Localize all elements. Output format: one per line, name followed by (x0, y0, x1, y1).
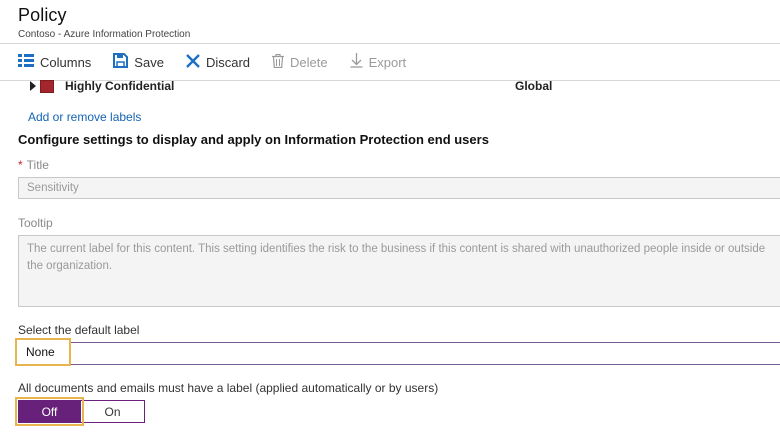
required-marker: * (18, 158, 23, 172)
tooltip-field-label: Tooltip (18, 216, 53, 230)
export-button[interactable]: Export (350, 53, 407, 71)
mandatory-label-caption: All documents and emails must have a lab… (18, 381, 439, 395)
save-label: Save (134, 54, 164, 70)
label-scope: Global (515, 79, 553, 93)
tooltip-textarea[interactable]: The current label for this content. This… (18, 235, 780, 307)
columns-icon (18, 54, 34, 70)
toggle-on-option[interactable]: On (81, 400, 145, 423)
columns-label: Columns (40, 54, 92, 70)
page-title: Policy (18, 5, 67, 25)
add-remove-labels-link[interactable]: Add or remove labels (28, 110, 141, 124)
table-row[interactable]: Highly Confidential Global (30, 79, 780, 95)
section-title: Configure settings to display and apply … (18, 132, 489, 147)
delete-label: Delete (290, 54, 328, 70)
save-icon (113, 53, 129, 71)
expand-caret-icon[interactable] (30, 81, 36, 91)
blade-header: Policy Contoso - Azure Information Prote… (18, 4, 190, 41)
title-field-label: * Title (18, 158, 49, 172)
default-label-caption: Select the default label (18, 323, 140, 337)
close-icon (186, 53, 200, 71)
policy-blade: Policy Contoso - Azure Information Prote… (0, 0, 780, 435)
default-label-select[interactable] (18, 342, 780, 365)
label-name: Highly Confidential (65, 79, 175, 93)
save-button[interactable]: Save (113, 53, 164, 71)
trash-icon (272, 53, 285, 71)
title-input[interactable]: Sensitivity (18, 177, 780, 199)
title-label-text: Title (26, 158, 49, 172)
discard-label: Discard (205, 54, 251, 70)
toolbar: Columns Save Discard Delete Export (18, 44, 428, 80)
label-color-swatch (40, 80, 54, 93)
delete-button[interactable]: Delete (272, 53, 328, 71)
discard-button[interactable]: Discard (186, 53, 251, 71)
toggle-off-option[interactable]: Off (18, 400, 81, 423)
download-icon (350, 53, 363, 71)
page-subtitle: Contoso - Azure Information Protection (18, 29, 191, 40)
default-label-value[interactable]: None (15, 338, 71, 366)
columns-button[interactable]: Columns (18, 54, 91, 70)
export-label: Export (368, 54, 407, 70)
mandatory-label-toggle: Off On (18, 400, 145, 423)
